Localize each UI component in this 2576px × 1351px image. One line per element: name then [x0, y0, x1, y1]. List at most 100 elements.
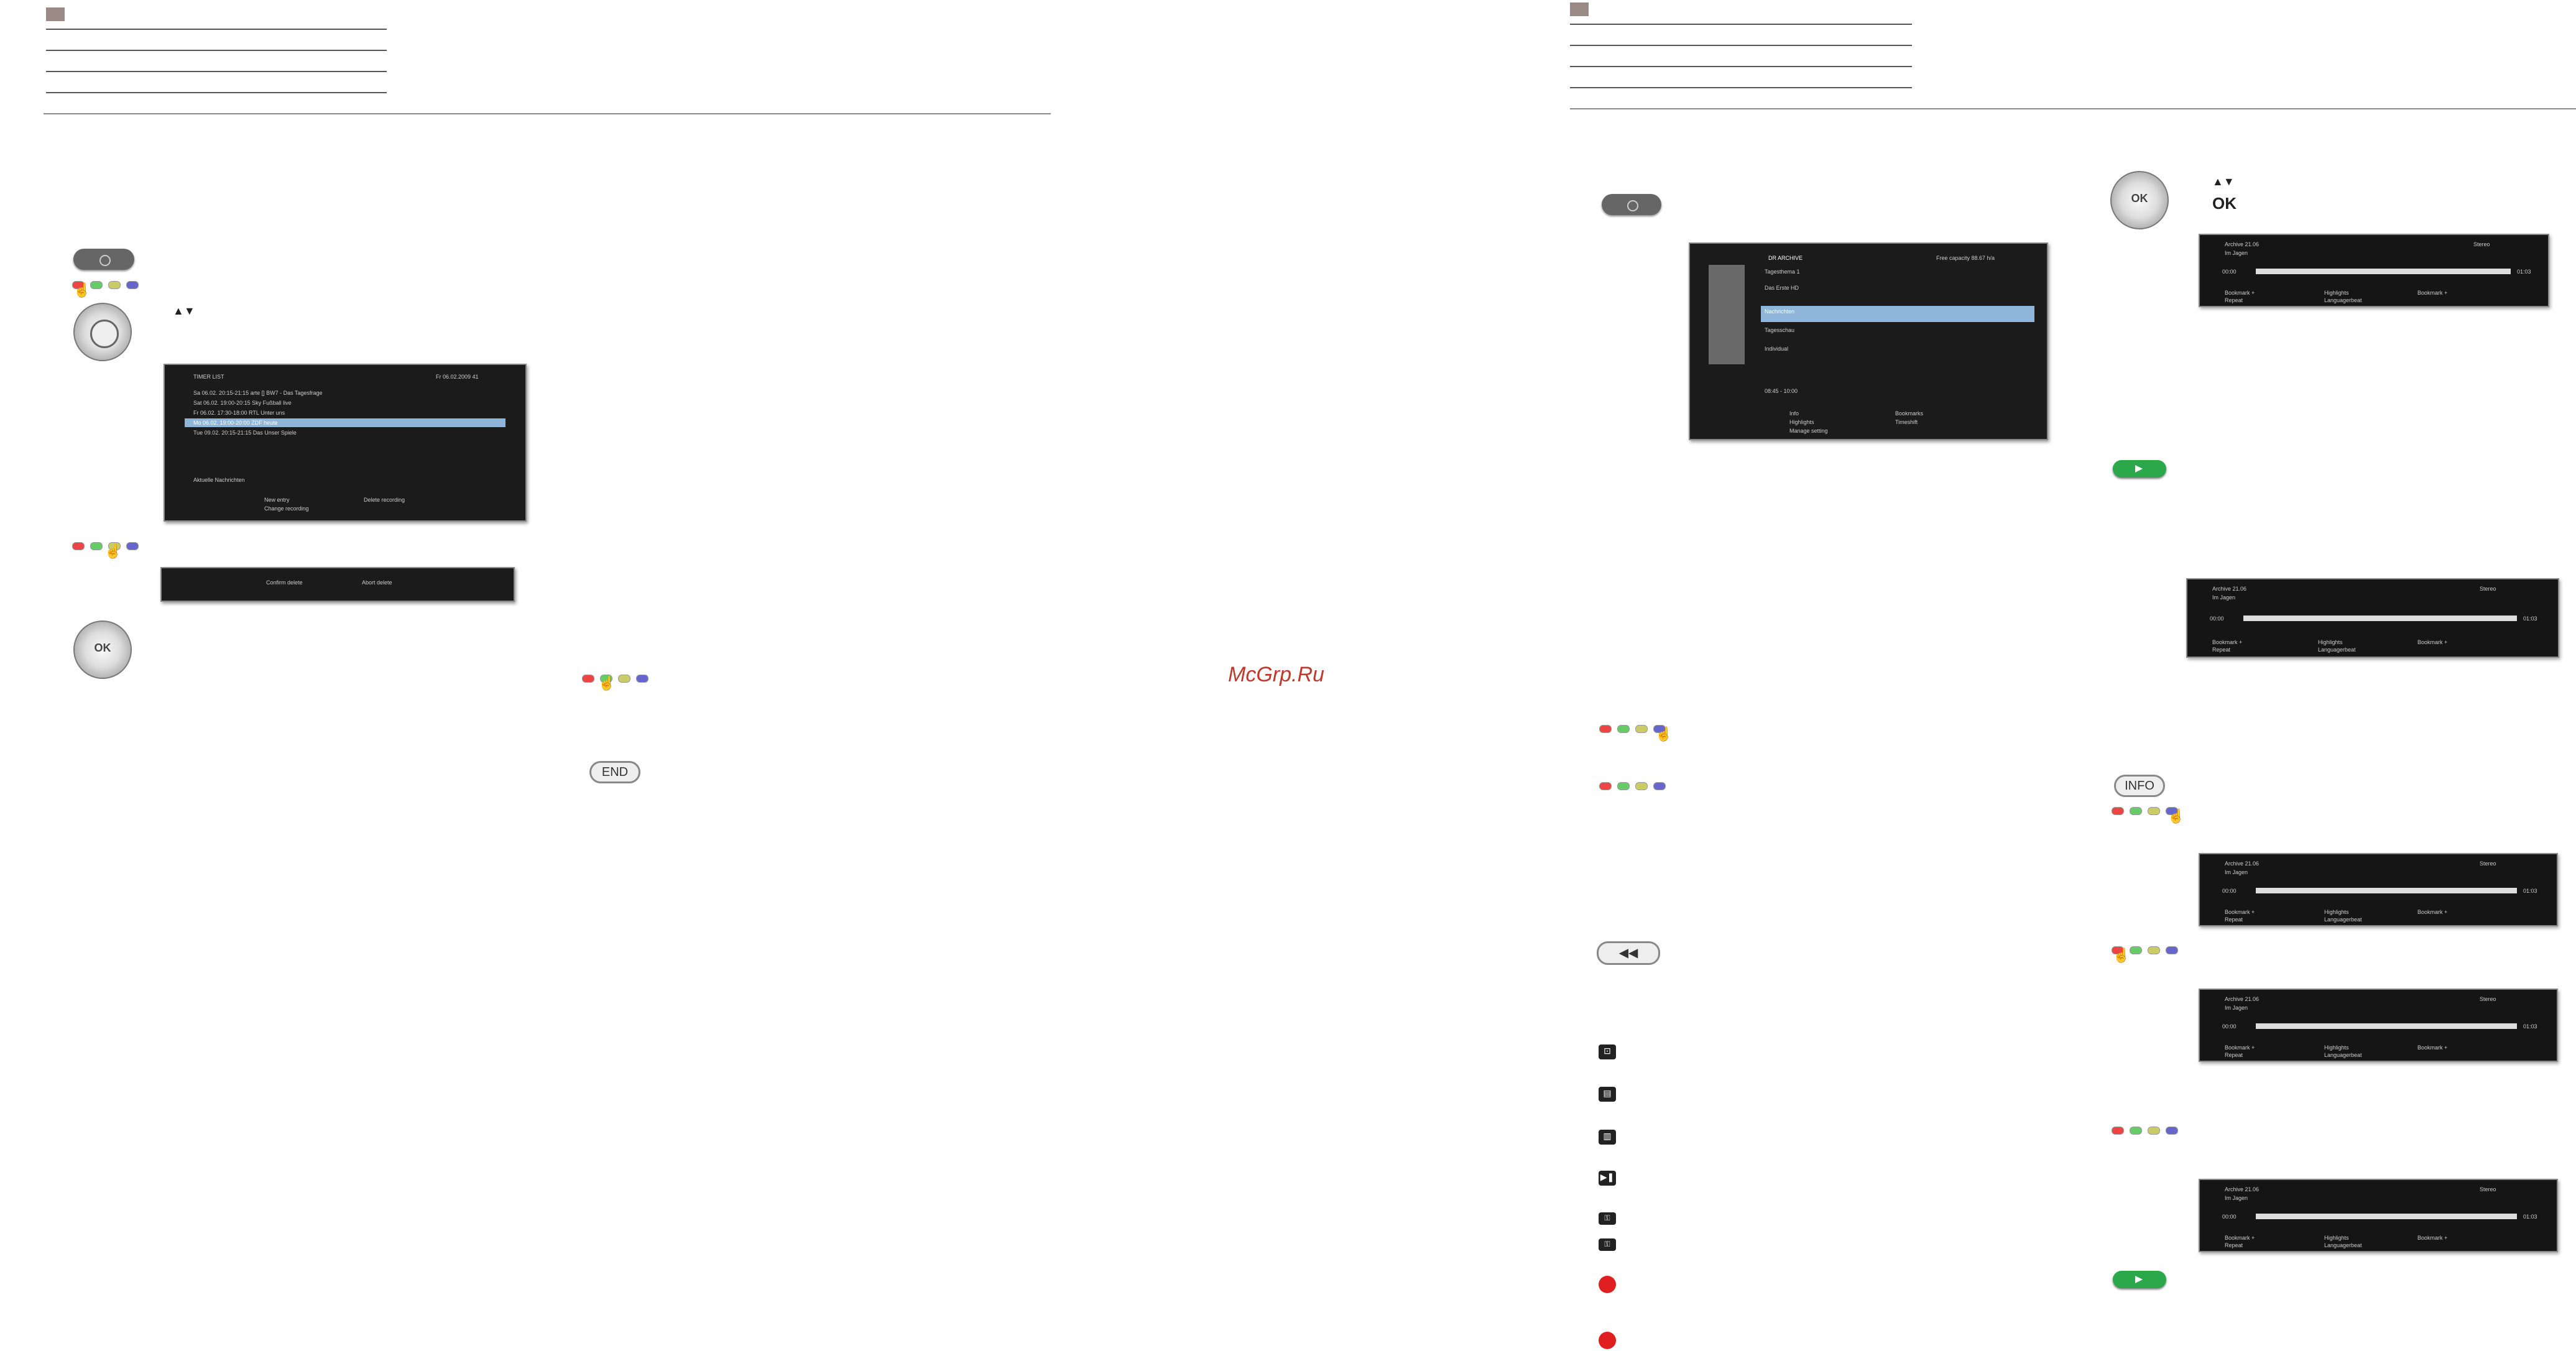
green-key[interactable] — [2130, 946, 2142, 954]
green-key[interactable] — [2130, 1127, 2142, 1135]
header-rule — [1570, 45, 1912, 46]
abort-option[interactable]: Abort delete — [362, 579, 392, 586]
yellow-key[interactable] — [1635, 725, 1648, 733]
screen-clock: Fr 06.02.2009 41 — [436, 374, 479, 380]
player-start: 00:00 — [2222, 269, 2237, 275]
yellow-key[interactable] — [108, 281, 121, 289]
green-key[interactable] — [1617, 725, 1630, 733]
ok-navigation-pad[interactable]: OK — [2110, 171, 2169, 229]
red-key[interactable] — [582, 675, 594, 683]
timer-row[interactable]: Tue 09.02. 20:15-21:15 Das Unser Spiele — [193, 430, 297, 436]
player-subtitle: Im Jagen — [2225, 250, 2248, 256]
player-legend: Languagerbeat — [2324, 916, 2362, 923]
screenshot-icon: ⊡ — [1599, 1044, 1616, 1059]
blue-key[interactable] — [126, 542, 139, 550]
player-legend: Highlights — [2324, 1235, 2349, 1241]
header-rule — [1570, 87, 1912, 88]
timer-row[interactable]: Sa 06.02. 20:15-21:15 arte [] BW7 - Das … — [193, 390, 322, 396]
watermark: McGrp.Ru — [1228, 663, 1324, 686]
legend-item: Bookmarks — [1895, 410, 1924, 417]
end-button[interactable]: END — [589, 761, 640, 783]
player-legend: Highlights — [2324, 909, 2349, 915]
yellow-key[interactable] — [618, 675, 630, 683]
player-legend: Languagerbeat — [2324, 1242, 2362, 1248]
confirm-option[interactable]: Confirm delete — [266, 579, 303, 586]
rewind-button[interactable]: ◀◀ — [1597, 941, 1660, 965]
timer-row-selected[interactable]: Mo 06.02. 19:00-20:00 ZDF heute — [193, 420, 278, 426]
player-start: 00:00 — [2222, 888, 2237, 894]
ok-label: OK — [94, 642, 111, 654]
player-legend: Bookmark + — [2417, 1235, 2448, 1241]
navigation-pad[interactable] — [73, 303, 132, 361]
legend-item: Change recording — [264, 505, 309, 512]
red-key[interactable] — [2112, 1127, 2124, 1135]
player-status: Stereo — [2480, 996, 2496, 1002]
play-button[interactable] — [2113, 1271, 2166, 1288]
legend-item: Highlights — [1789, 419, 1814, 425]
blue-key[interactable] — [636, 675, 649, 683]
red-key[interactable] — [72, 542, 85, 550]
color-keys — [582, 675, 654, 683]
archive-item[interactable]: Das Erste HD — [1765, 285, 1799, 291]
player-legend: Repeat — [2225, 1052, 2243, 1058]
player-legend: Repeat — [2225, 916, 2243, 923]
hand-pointer-icon: ☝ — [1655, 726, 1673, 742]
archive-item[interactable]: Tagesschau — [1765, 327, 1794, 333]
record-stop-icon — [1599, 1332, 1616, 1349]
progress-bar — [2256, 1214, 2517, 1219]
player-legend: Bookmark + — [2225, 909, 2255, 915]
player-start: 00:00 — [2210, 616, 2224, 622]
player-title: Archive 21.06 — [2225, 241, 2260, 247]
player-legend: Repeat — [2225, 1242, 2243, 1248]
player-title: Archive 21.06 — [2225, 996, 2260, 1002]
page-rule — [44, 113, 1051, 114]
red-key[interactable] — [1599, 782, 1612, 790]
blue-key[interactable] — [1653, 782, 1666, 790]
ok-label: OK — [2131, 192, 2148, 205]
yellow-key[interactable] — [1635, 782, 1648, 790]
red-key[interactable] — [1599, 725, 1612, 733]
player-legend: Bookmark + — [2225, 290, 2255, 296]
dr-archive-screen: DR ARCHIVE Free capacity 88.67 h/a Tages… — [1689, 242, 2048, 440]
legend-item: New entry — [264, 497, 290, 503]
yellow-key[interactable] — [2148, 1127, 2160, 1135]
progress-bar — [2256, 269, 2511, 274]
yellow-key[interactable] — [2148, 807, 2160, 815]
archive-time-range: 08:45 - 10:00 — [1765, 388, 1798, 394]
player-start: 00:00 — [2222, 1214, 2237, 1220]
timer-row[interactable]: Sat 06.02. 19:00-20:15 Sky Fußball live — [193, 400, 292, 406]
player-legend: Repeat — [2212, 647, 2231, 653]
yellow-key[interactable] — [2148, 946, 2160, 954]
player-subtitle: Im Jagen — [2225, 1005, 2248, 1011]
green-key[interactable] — [2130, 807, 2142, 815]
blue-key[interactable] — [126, 281, 139, 289]
ok-navigation-pad[interactable]: OK — [73, 620, 132, 679]
archive-item[interactable]: Tagesthema 1 — [1765, 269, 1800, 275]
green-key[interactable] — [90, 542, 103, 550]
blue-key[interactable] — [2166, 1127, 2178, 1135]
player-info-bar: Archive 21.06 Im Jagen Stereo 00:00 01:0… — [2199, 234, 2549, 307]
red-key[interactable] — [2112, 807, 2124, 815]
green-key[interactable] — [1617, 782, 1630, 790]
power-button[interactable] — [73, 249, 134, 270]
power-button[interactable] — [1602, 194, 1661, 215]
key-icon: ⚿ — [1599, 1238, 1616, 1251]
power-icon — [1627, 200, 1638, 211]
center-button[interactable] — [90, 320, 119, 348]
player-legend: Repeat — [2225, 297, 2243, 303]
info-button[interactable]: INFO — [2114, 775, 2165, 797]
archive-item-selected[interactable]: Nachrichten — [1765, 308, 1794, 315]
green-key[interactable] — [90, 281, 103, 289]
player-title: Archive 21.06 — [2225, 1186, 2260, 1192]
header-rule — [46, 92, 387, 93]
blue-key[interactable] — [2166, 946, 2178, 954]
player-legend: Bookmark + — [2225, 1044, 2255, 1051]
header-rule — [46, 29, 387, 30]
player-end: 01:03 — [2523, 616, 2537, 622]
timer-row[interactable]: Fr 06.02. 17:30-18:00 RTL Unter uns — [193, 410, 285, 416]
player-legend: Highlights — [2324, 1044, 2349, 1051]
play-button[interactable] — [2113, 460, 2166, 477]
archive-item[interactable]: Individual — [1765, 346, 1788, 352]
header-rule — [1570, 66, 1912, 67]
player-info-bar: Archive 21.06 Im Jagen Stereo 00:00 01:0… — [2199, 853, 2558, 926]
